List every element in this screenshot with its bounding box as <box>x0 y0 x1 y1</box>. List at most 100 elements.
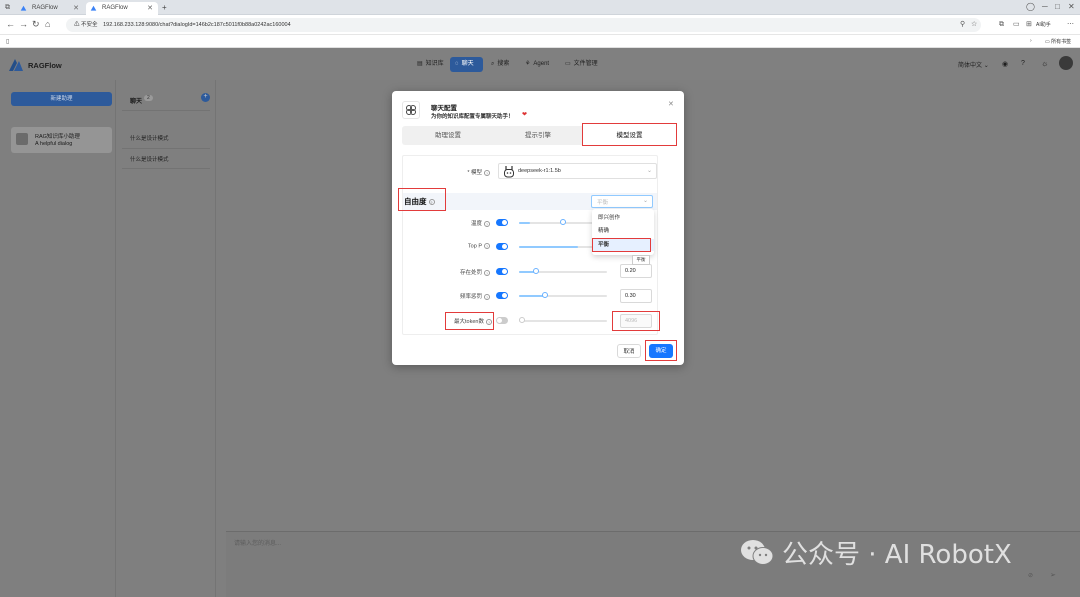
profile-icon[interactable]: ◯ <box>1026 2 1035 11</box>
collections-icon[interactable]: ⊞ <box>1026 19 1032 30</box>
nav-label: 搜索 <box>497 61 510 67</box>
temperature-toggle[interactable] <box>496 219 508 226</box>
freedom-select[interactable]: 平衡 ⌄ <box>591 195 653 208</box>
close-tab-icon[interactable]: ✕ <box>73 2 79 15</box>
modal-title: 聊天配置 <box>431 105 457 112</box>
chat-input[interactable]: 请输入您的消息... <box>234 538 281 547</box>
help-icon[interactable]: ? <box>486 318 492 325</box>
minimize-button[interactable]: ─ <box>1042 2 1048 11</box>
max-tokens-slider-track[interactable] <box>519 320 607 322</box>
model-label: * 模型? <box>440 168 490 176</box>
param-label-text: 温度 <box>470 221 482 227</box>
frequency-penalty-input[interactable]: 0.30 <box>620 289 652 303</box>
help-icon[interactable]: ? <box>428 199 435 206</box>
help-icon[interactable]: ? <box>484 220 490 227</box>
frequency-penalty-slider-handle[interactable] <box>542 292 548 298</box>
help-icon[interactable]: ? <box>484 269 490 276</box>
star-icon[interactable]: ☆ <box>971 19 977 30</box>
nav-label: Agent <box>533 61 550 67</box>
divider <box>122 168 210 169</box>
freedom-option-improvise[interactable]: 即兴创作 <box>592 212 654 224</box>
bookmarks-bar <box>0 35 1080 48</box>
cancel-button[interactable]: 取消 <box>617 344 641 358</box>
nav-knowledge-base[interactable]: ▤ 知识库 <box>412 57 449 72</box>
github-icon[interactable]: ◉ <box>1002 60 1008 68</box>
ai-assistant-button[interactable]: AI助手 <box>1036 21 1051 28</box>
more-icon[interactable]: ⋯ <box>1067 19 1074 30</box>
browser-tab-2[interactable]: RAGFlow ✕ <box>86 2 158 15</box>
frequency-penalty-toggle[interactable] <box>496 292 508 299</box>
split-icon[interactable]: ▭ <box>1013 19 1020 30</box>
close-window-button[interactable]: ✕ <box>1068 2 1075 11</box>
param-label-text: 最大token数 <box>454 319 484 325</box>
theme-toggle-icon[interactable]: ☼ <box>1041 59 1048 68</box>
max-tokens-input[interactable]: 4096 <box>620 314 652 328</box>
conversation-item[interactable]: 什么是设计模式 <box>130 134 169 142</box>
nav-file-management[interactable]: ▭ 文件管理 <box>560 57 603 72</box>
send-icon[interactable]: ➢ <box>1050 571 1056 579</box>
watermark: 公众号 · AI RobotX <box>740 534 1012 571</box>
model-select[interactable]: deepseek-r1:1.5b ⌄ <box>498 163 657 179</box>
nav-label: 文件管理 <box>573 61 598 67</box>
close-icon[interactable]: ✕ <box>668 100 674 108</box>
frequency-penalty-slider-track[interactable] <box>519 295 607 297</box>
ok-button[interactable]: 确定 <box>649 344 673 358</box>
help-icon[interactable]: ? <box>1021 60 1025 67</box>
assistant-card[interactable]: RAG知识库小助理 A helpful dialog <box>11 127 112 153</box>
temperature-slider-track[interactable] <box>519 222 593 224</box>
tab-assistant-settings[interactable]: 助理设置 <box>402 126 494 145</box>
nav-search[interactable]: ⌕ 搜索 <box>486 57 514 72</box>
conversation-item[interactable]: 什么是设计模式 <box>130 155 169 163</box>
top-p-toggle[interactable] <box>496 243 508 250</box>
freedom-label-text: 自由度 <box>404 197 427 206</box>
presence-penalty-slider-handle[interactable] <box>533 268 539 274</box>
nav-label: 知识库 <box>425 61 444 67</box>
browser-tab-1[interactable]: RAGFlow ✕ <box>16 2 84 15</box>
temperature-label: 温度? <box>432 219 490 227</box>
modal-subtitle: 为你的知识库配置专属聊天助手！ <box>431 114 514 120</box>
tab-actions-icon[interactable]: ⧉ <box>5 4 10 12</box>
address-bar[interactable]: ⚠ 不安全 192.168.233.128:9080/chat?dialogId… <box>66 18 981 32</box>
search-icon: ⌕ <box>491 61 495 67</box>
chevron-down-icon: ⌄ <box>983 63 989 69</box>
help-icon[interactable]: ? <box>484 293 490 300</box>
bookmark-folder-icon[interactable]: ▯ <box>6 38 9 45</box>
presence-penalty-toggle[interactable] <box>496 268 508 275</box>
avatar[interactable] <box>1059 56 1073 70</box>
forward-icon[interactable]: → <box>19 19 28 30</box>
top-p-slider-track[interactable] <box>519 246 593 248</box>
max-tokens-slider-handle[interactable] <box>519 317 525 323</box>
ragflow-favicon-icon <box>20 5 27 11</box>
warning-icon: ⚠ <box>74 22 80 28</box>
maximize-button[interactable]: □ <box>1055 2 1060 11</box>
attach-icon[interactable]: ⊘ <box>1028 572 1033 579</box>
language-select[interactable]: 简体中文 ⌄ <box>958 60 989 69</box>
nav-agent[interactable]: ⚘ Agent <box>520 57 554 72</box>
app-logo[interactable]: RAGFlow <box>8 58 62 72</box>
home-icon[interactable]: ⌂ <box>45 19 50 30</box>
tab-model-settings[interactable]: 模型设置 <box>582 123 677 146</box>
extensions-icon[interactable]: ⧉ <box>999 19 1004 30</box>
highlight-box <box>592 238 651 252</box>
param-label-text: 存在处罚 <box>459 270 482 276</box>
help-icon[interactable]: ? <box>484 243 490 249</box>
tab-prompt-engine[interactable]: 提示引擎 <box>494 126 582 145</box>
bookmarks-chevron-icon[interactable]: › <box>1030 38 1032 44</box>
new-assistant-button[interactable]: 新建助理 <box>11 92 112 106</box>
location-icon[interactable]: ⚲ <box>960 19 965 30</box>
freedom-option-precise[interactable]: 精确 <box>592 225 654 237</box>
max-tokens-toggle[interactable] <box>496 317 508 324</box>
nav-chat[interactable]: ◌ 聊天 <box>450 57 483 72</box>
back-icon[interactable]: ← <box>6 19 15 30</box>
add-chat-icon[interactable]: + <box>201 93 210 102</box>
assistant-title: RAG知识库小助理 <box>35 134 80 140</box>
model-label-text: * 模型 <box>467 170 482 176</box>
all-bookmarks-link[interactable]: ▭ 所有书签 <box>1045 38 1071 45</box>
close-tab-icon[interactable]: ✕ <box>147 2 153 15</box>
presence-penalty-input[interactable]: 0.20 <box>620 264 652 278</box>
config-icon <box>402 101 420 119</box>
reload-icon[interactable]: ↻ <box>32 19 40 30</box>
new-tab-button[interactable]: + <box>162 3 167 12</box>
help-icon[interactable]: ? <box>484 169 490 176</box>
temperature-slider-handle[interactable] <box>560 219 566 225</box>
